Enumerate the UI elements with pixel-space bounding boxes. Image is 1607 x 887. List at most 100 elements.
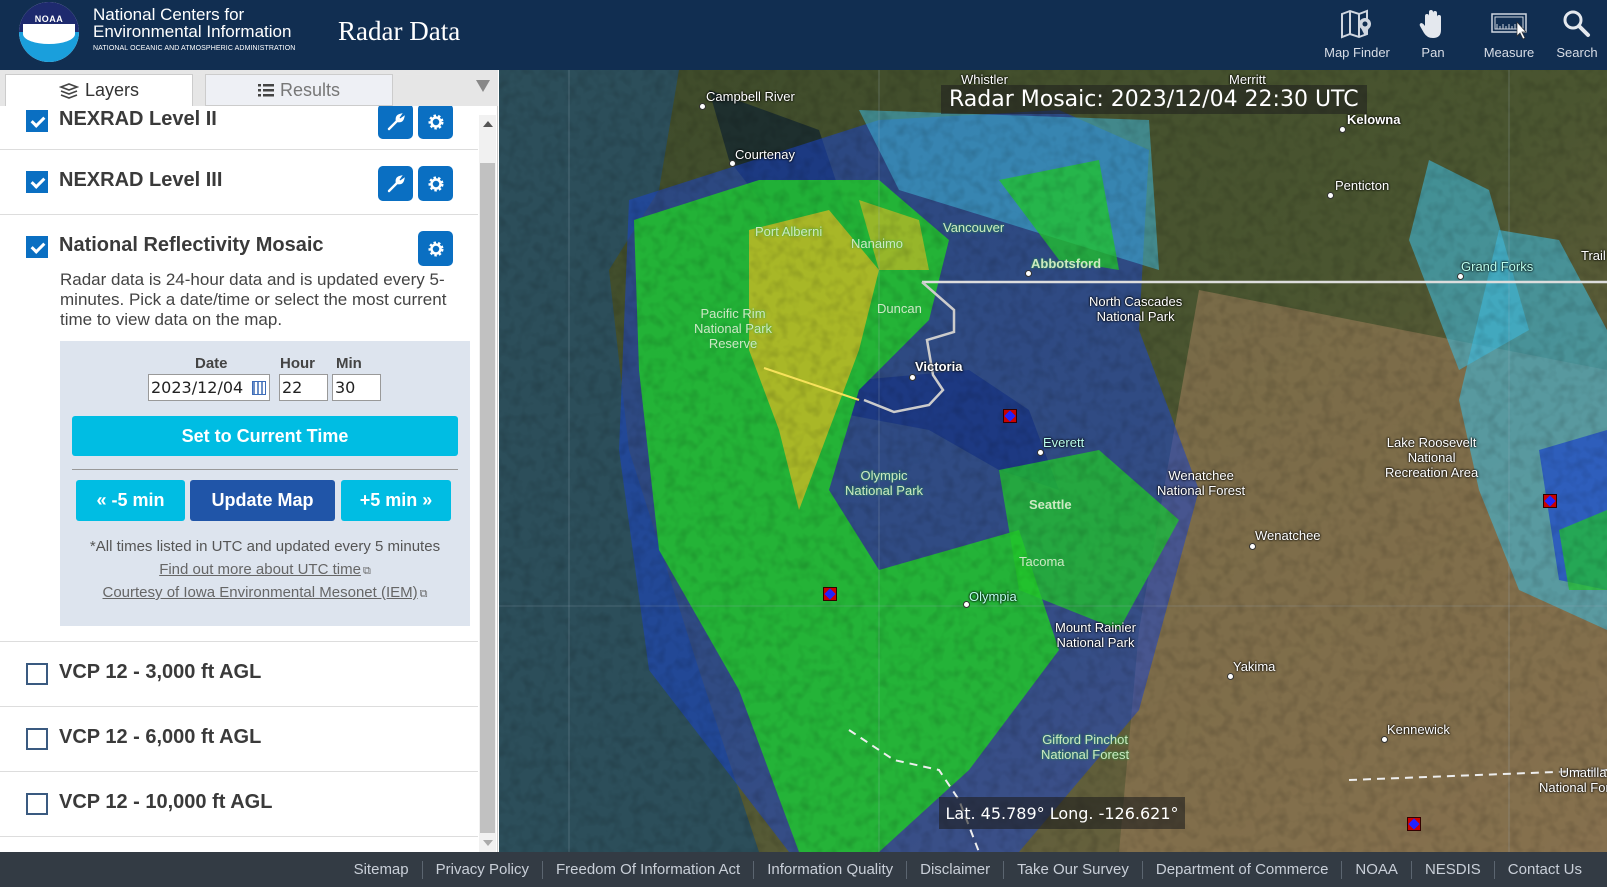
layer-vcp12-6000ft: VCP 12 - 6,000 ft AGL <box>0 707 478 772</box>
footer-link-nesdis[interactable]: NESDIS <box>1410 860 1494 879</box>
settings-button[interactable] <box>418 231 453 266</box>
scroll-thumb[interactable] <box>480 163 495 833</box>
layer-checkbox[interactable] <box>26 793 48 815</box>
map-toolbar: Map Finder Pan Measure Search <box>1319 0 1607 70</box>
layer-checkbox[interactable] <box>26 171 48 193</box>
layer-checkbox[interactable] <box>26 728 48 750</box>
place-label: Olympic National Park <box>845 468 924 498</box>
place-label: North Cascades National Park <box>1089 294 1183 324</box>
footer-link-noaa[interactable]: NOAA <box>1341 860 1411 879</box>
radar-site-marker[interactable] <box>823 587 837 601</box>
update-map-button[interactable]: Update Map <box>190 480 335 521</box>
external-link-icon: ⧉ <box>362 565 371 577</box>
place-label: Grand Forks <box>1461 259 1534 274</box>
divider <box>72 469 458 470</box>
app-title: Radar Data <box>338 16 461 46</box>
footer-link-privacy-policy[interactable]: Privacy Policy <box>421 860 542 879</box>
footer-link-survey[interactable]: Take Our Survey <box>1003 860 1142 879</box>
layers-icon <box>58 82 79 99</box>
pan-button[interactable]: Pan <box>1395 0 1471 70</box>
place-label: Abbotsford <box>1031 256 1102 271</box>
site-footer: Sitemap Privacy Policy Freedom Of Inform… <box>0 852 1607 887</box>
org-name: National Centers for Environmental Infor… <box>93 5 296 52</box>
tools-button[interactable] <box>378 166 413 201</box>
place-label: Campbell River <box>706 89 795 104</box>
time-controls: Date Hour Min 2023/12/04 22 30 Set to Cu… <box>60 341 470 626</box>
place-label: Olympia <box>969 589 1017 604</box>
footer-link-commerce[interactable]: Department of Commerce <box>1141 860 1342 879</box>
footer-link-foia[interactable]: Freedom Of Information Act <box>541 860 753 879</box>
map-finder-button[interactable]: Map Finder <box>1319 0 1395 70</box>
panel-menu-dropdown[interactable] <box>476 80 490 92</box>
place-label: Pacific Rim National Park Reserve <box>694 306 773 351</box>
radar-site-marker[interactable] <box>1543 494 1557 508</box>
place-label: Port Alberni <box>755 224 823 239</box>
place-label: Wenatchee <box>1255 528 1321 543</box>
ruler-icon <box>1491 13 1527 40</box>
place-label: Wenatchee National Forest <box>1157 468 1246 498</box>
plus-5-min-button[interactable]: +5 min » <box>341 480 451 521</box>
date-input[interactable]: 2023/12/04 <box>148 374 270 401</box>
search-button[interactable]: Search <box>1547 0 1607 70</box>
footer-link-sitemap[interactable]: Sitemap <box>341 861 422 879</box>
place-label: Kelowna <box>1347 112 1401 127</box>
footer-link-disclaimer[interactable]: Disclaimer <box>906 860 1003 879</box>
panel-scrollbar[interactable] <box>479 115 496 852</box>
panel-tabs: Layers Results <box>0 70 498 106</box>
set-current-time-button[interactable]: Set to Current Time <box>72 416 458 456</box>
minute-input[interactable]: 30 <box>332 374 381 401</box>
place-label: Everett <box>1043 435 1085 450</box>
layer-checkbox[interactable] <box>26 663 48 685</box>
place-label: Penticton <box>1335 178 1390 193</box>
settings-button[interactable] <box>418 106 453 139</box>
radar-mosaic-timestamp: Radar Mosaic: 2023/12/04 22:30 UTC <box>941 85 1367 114</box>
search-icon <box>1563 10 1590 37</box>
gear-icon <box>428 241 443 256</box>
place-label: Kennewick <box>1387 722 1450 737</box>
place-label: Nanaimo <box>851 236 904 251</box>
place-label: Vancouver <box>943 220 1005 235</box>
calendar-icon[interactable] <box>252 381 266 395</box>
gear-icon <box>428 176 443 191</box>
footer-link-information-quality[interactable]: Information Quality <box>753 860 906 879</box>
scroll-up-arrow[interactable] <box>483 121 493 127</box>
place-label: Trail <box>1581 248 1606 263</box>
list-icon <box>257 84 274 97</box>
hand-icon <box>1419 10 1441 38</box>
map-finder-icon <box>1341 9 1371 39</box>
tab-results[interactable]: Results <box>205 74 393 106</box>
place-label: Gifford Pinchot National Forest <box>1041 732 1130 762</box>
gear-icon <box>428 114 443 129</box>
settings-button[interactable] <box>418 166 453 201</box>
layer-checkbox[interactable] <box>26 236 48 258</box>
mosaic-description: Radar data is 24-hour data and is update… <box>60 270 447 329</box>
utc-info-link[interactable]: Find out more about UTC time ⧉ <box>60 561 470 578</box>
layer-checkbox[interactable] <box>26 110 48 132</box>
place-label: Courtenay <box>735 147 795 162</box>
place-label: Tacoma <box>1019 554 1065 569</box>
layer-nexrad-level-3: NEXRAD Level III <box>0 150 478 215</box>
radar-map[interactable]: Campbell River Whistler Merritt Courtena… <box>499 70 1607 852</box>
layers-list: NEXRAD Level II NEXRAD Level III Nationa… <box>0 106 478 852</box>
layer-vcp12-10000ft: VCP 12 - 10,000 ft AGL <box>0 772 478 837</box>
place-label: Duncan <box>877 301 922 316</box>
place-label: Seattle <box>1029 497 1072 512</box>
scroll-down-arrow[interactable] <box>483 840 493 846</box>
footer-link-contact[interactable]: Contact Us <box>1493 860 1595 879</box>
utc-note: *All times listed in UTC and updated eve… <box>89 538 441 555</box>
measure-button[interactable]: Measure <box>1471 0 1547 70</box>
minus-5-min-button[interactable]: « -5 min <box>76 480 185 521</box>
radar-site-marker[interactable] <box>1003 409 1017 423</box>
tools-button[interactable] <box>378 106 413 139</box>
site-header: NOAA National Centers for Environmental … <box>0 0 1607 70</box>
layer-vcp12-3000ft: VCP 12 - 3,000 ft AGL <box>0 642 478 707</box>
layer-nexrad-level-2: NEXRAD Level II <box>0 106 478 150</box>
radar-site-marker[interactable] <box>1407 817 1421 831</box>
cursor-coordinates: Lat. 45.789° Long. -126.621° <box>939 797 1185 829</box>
place-label: Yakima <box>1233 659 1276 674</box>
external-link-icon: ⧉ <box>419 588 428 600</box>
tab-layers[interactable]: Layers <box>5 74 193 106</box>
noaa-logo[interactable]: NOAA <box>19 2 79 62</box>
iem-link[interactable]: Courtesy of Iowa Environmental Mesonet (… <box>60 584 470 601</box>
hour-input[interactable]: 22 <box>279 374 328 401</box>
